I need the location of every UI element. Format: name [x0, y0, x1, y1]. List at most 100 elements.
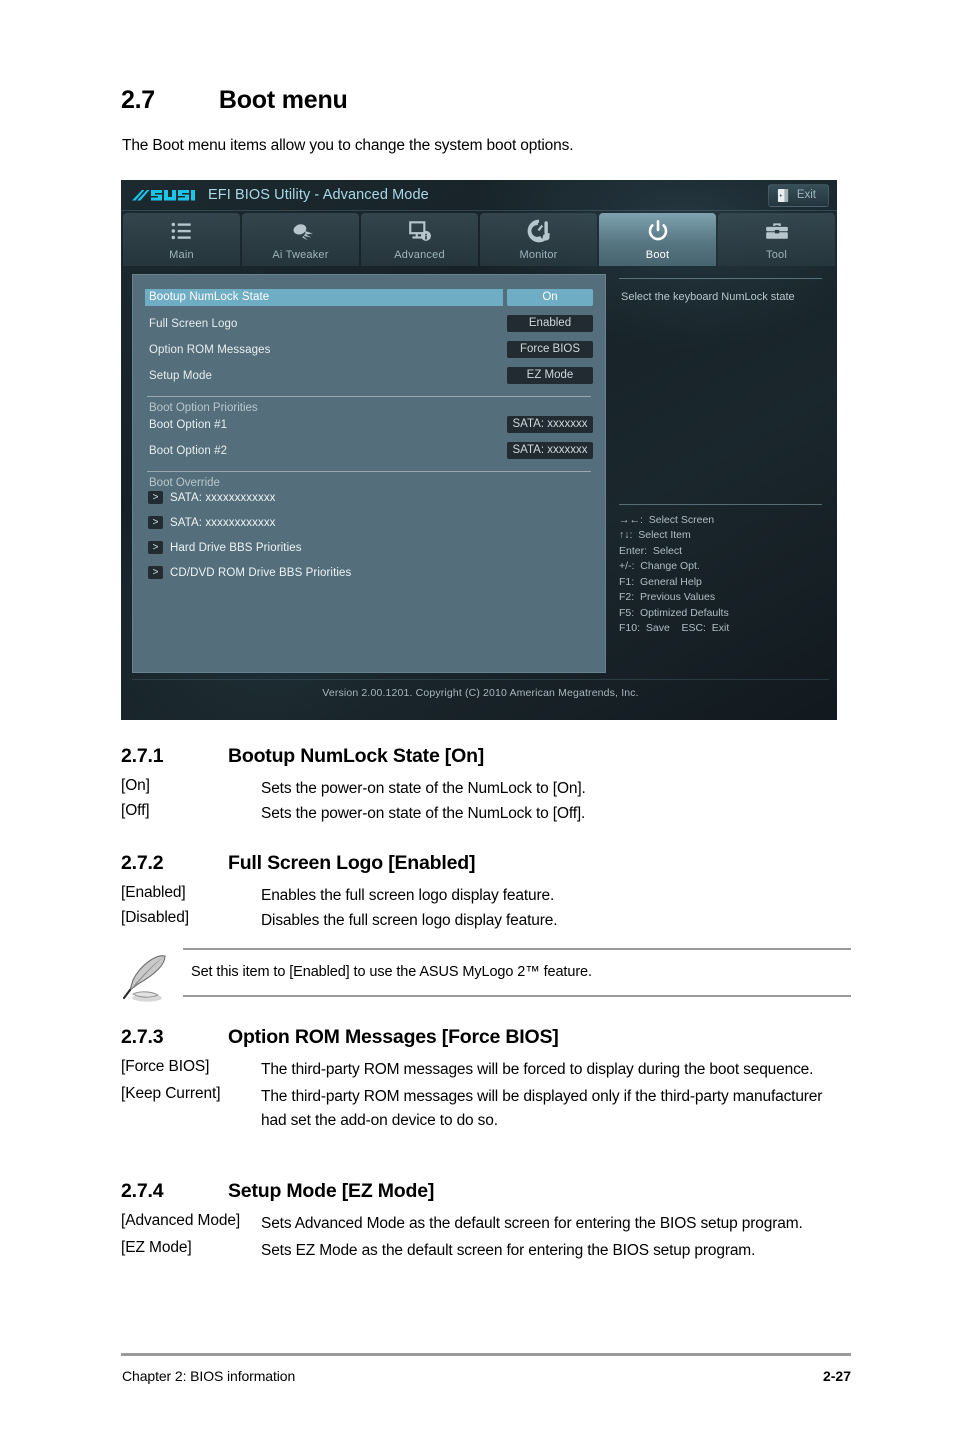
divider — [147, 471, 591, 472]
boot-option-priorities-title: Boot Option Priorities — [149, 402, 258, 414]
definition-row: [Enabled] Enables the full screen logo d… — [121, 884, 851, 907]
boot-override-item[interactable]: > CD/DVD ROM Drive BBS Priorities — [145, 566, 593, 579]
definition-key: [Disabled] — [121, 909, 189, 927]
exit-button[interactable]: Exit — [767, 183, 829, 207]
key-legend-line: F5: Optimized Defaults — [619, 606, 729, 619]
divider — [619, 504, 822, 505]
bios-version-text: Version 2.00.1201. Copyright (C) 2010 Am… — [322, 687, 639, 699]
boot-override-label: SATA: xxxxxxxxxxxx — [170, 516, 276, 529]
tab-label: Main — [169, 249, 194, 261]
chevron-right-icon: > — [148, 541, 163, 554]
note-icon-wrap — [121, 948, 183, 1011]
definition-value: Enables the full screen logo display fea… — [261, 887, 555, 904]
boot-option-label: Boot Option #1 — [149, 418, 228, 431]
footer-divider — [121, 1353, 851, 1356]
bios-tab-bar: Main Ai Tweaker Advanced Monitor Boot To… — [121, 211, 837, 266]
section-heading: 2.7.1 Bootup NumLock State [On] — [121, 745, 851, 768]
page-title: 2.7 Boot menu — [121, 86, 851, 115]
section-title: Bootup NumLock State [On] — [228, 745, 485, 767]
setting-label: Setup Mode — [149, 369, 213, 382]
section-2-7-3: 2.7.3 Option ROM Messages [Force BIOS] [… — [121, 1026, 851, 1134]
definition-value: The third-party ROM messages will be for… — [261, 1061, 814, 1078]
key-legend-line: →←: Select Screen — [619, 514, 715, 526]
section-number: 2.7.3 — [121, 1026, 164, 1048]
definition-row: [Off] Sets the power-on state of the Num… — [121, 802, 851, 825]
boot-override-title: Boot Override — [149, 477, 220, 489]
gauge-thermometer-icon — [527, 219, 550, 243]
bios-screenshot: EFI BIOS Utility - Advanced Mode Exit Ma… — [121, 180, 837, 720]
intro-paragraph: The Boot menu items allow you to change … — [122, 137, 574, 154]
definition-value: Sets the power-on state of the NumLock t… — [261, 780, 586, 797]
section-2-7-2: 2.7.2 Full Screen Logo [Enabled] [Enable… — [121, 852, 851, 935]
bios-footer: Version 2.00.1201. Copyright (C) 2010 Am… — [132, 679, 829, 706]
tab-label: Ai Tweaker — [272, 249, 329, 261]
definition-key: [Advanced Mode] — [121, 1212, 241, 1229]
footer-page-number: 2-27 — [822, 1368, 851, 1384]
bios-settings-pane: Bootup NumLock State On Full Screen Logo… — [132, 274, 606, 673]
section-number: 2.7.1 — [121, 745, 164, 767]
boot-option-row-1[interactable]: Boot Option #1 SATA: xxxxxxx — [145, 416, 593, 433]
note-body: Set this item to [Enabled] to use the AS… — [183, 948, 851, 997]
boot-override-label: CD/DVD ROM Drive BBS Priorities — [170, 566, 352, 579]
boot-override-item[interactable]: > Hard Drive BBS Priorities — [145, 541, 593, 554]
help-text: Select the keyboard NumLock state — [621, 291, 795, 303]
definition-key: [EZ Mode] — [121, 1239, 192, 1257]
boot-override-label: Hard Drive BBS Priorities — [170, 541, 302, 554]
tab-label: Advanced — [394, 249, 445, 261]
setting-row-full-screen-logo[interactable]: Full Screen Logo Enabled — [145, 315, 593, 332]
definition-value: Disables the full screen logo display fe… — [261, 912, 558, 930]
section-heading: 2.7.4 Setup Mode [EZ Mode] — [121, 1180, 851, 1203]
setting-value[interactable]: On — [507, 289, 593, 306]
setting-label: Bootup NumLock State — [145, 289, 503, 306]
setting-label: Full Screen Logo — [149, 317, 238, 330]
key-legend: →←: Select Screen ↑↓: Select Item Enter:… — [619, 504, 822, 636]
tab-tool[interactable]: Tool — [718, 213, 835, 266]
tab-boot[interactable]: Boot — [599, 213, 716, 266]
definition-key: [Force BIOS] — [121, 1058, 210, 1075]
setting-value[interactable]: EZ Mode — [507, 367, 593, 384]
setting-value[interactable]: Enabled — [507, 315, 593, 332]
tab-main[interactable]: Main — [123, 213, 240, 266]
key-legend-line: F10: Save ESC: Exit — [619, 621, 730, 634]
bios-title: EFI BIOS Utility - Advanced Mode — [208, 187, 429, 203]
asus-logo — [132, 189, 195, 200]
boot-option-value[interactable]: SATA: xxxxxxx — [507, 442, 593, 459]
section-title: Boot menu — [218, 86, 348, 114]
key-legend-line: F1: General Help — [619, 575, 702, 588]
tab-label: Tool — [766, 249, 787, 261]
boot-override-item[interactable]: > SATA: xxxxxxxxxxxx — [145, 491, 593, 504]
boot-option-value[interactable]: SATA: xxxxxxx — [507, 416, 593, 433]
definition-row: [Disabled] Disables the full screen logo… — [121, 909, 851, 932]
tab-ai-tweaker[interactable]: Ai Tweaker — [242, 213, 359, 266]
section-2-7-1: 2.7.1 Bootup NumLock State [On] [On] Set… — [121, 745, 851, 828]
exit-door-icon — [777, 188, 788, 202]
comet-icon — [293, 224, 313, 241]
setting-label: Option ROM Messages — [149, 343, 271, 356]
divider — [619, 278, 822, 279]
definition-row: [Force BIOS] The third-party ROM message… — [121, 1058, 851, 1081]
definition-row: [Advanced Mode] Sets Advanced Mode as th… — [121, 1212, 851, 1235]
toolbox-icon — [765, 223, 788, 239]
tab-advanced[interactable]: Advanced — [361, 213, 478, 266]
definition-key: [Keep Current] — [121, 1085, 221, 1103]
pencil-note-icon — [122, 955, 166, 1002]
setting-row-option-rom-messages[interactable]: Option ROM Messages Force BIOS — [145, 341, 593, 358]
tab-label: Boot — [645, 249, 670, 261]
definition-key: [Off] — [121, 802, 150, 820]
boot-override-item[interactable]: > SATA: xxxxxxxxxxxx — [145, 516, 593, 529]
exit-label: Exit — [796, 189, 816, 201]
section-number: 2.7 — [121, 86, 155, 114]
boot-option-row-2[interactable]: Boot Option #2 SATA: xxxxxxx — [145, 442, 593, 459]
section-title: Setup Mode [EZ Mode] — [228, 1180, 435, 1202]
section-heading: 2.7.3 Option ROM Messages [Force BIOS] — [121, 1026, 851, 1049]
tab-monitor[interactable]: Monitor — [480, 213, 597, 266]
setting-value[interactable]: Force BIOS — [507, 341, 593, 358]
definition-value: Sets EZ Mode as the default screen for e… — [261, 1242, 756, 1260]
boot-option-label: Boot Option #2 — [149, 444, 228, 457]
section-number: 2.7.4 — [121, 1180, 164, 1202]
definition-key: [Enabled] — [121, 884, 186, 901]
document-page: 2.7 Boot menu The Boot menu items allow … — [0, 0, 954, 1438]
setting-row-setup-mode[interactable]: Setup Mode EZ Mode — [145, 367, 593, 384]
setting-row-bootup-numlock-state[interactable]: Bootup NumLock State On — [145, 289, 593, 306]
boot-override-label: SATA: xxxxxxxxxxxx — [170, 491, 276, 504]
